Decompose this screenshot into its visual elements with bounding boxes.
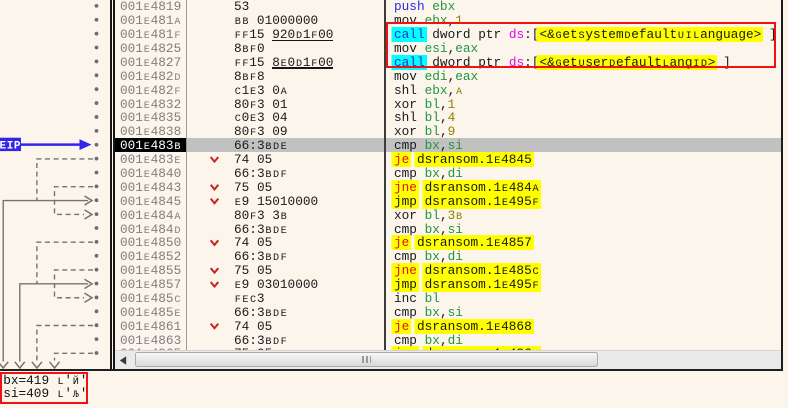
svg-text:EIP: EIP [0,140,21,152]
